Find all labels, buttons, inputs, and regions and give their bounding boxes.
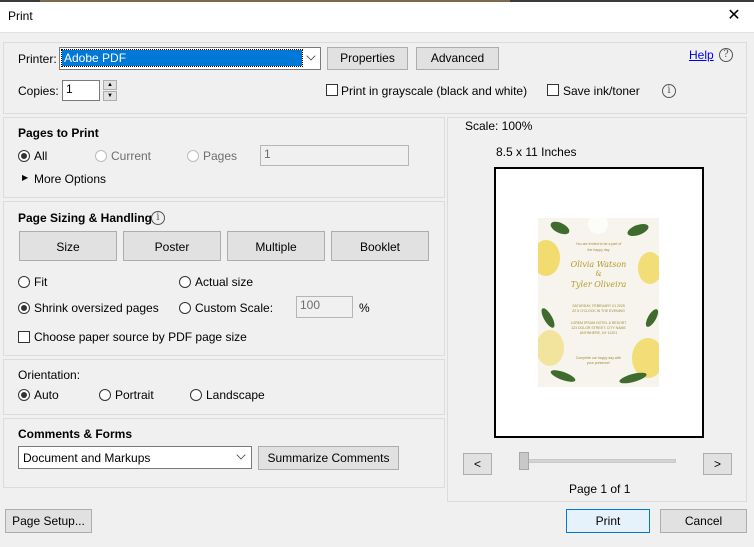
fit-radio[interactable]	[18, 276, 30, 288]
paper-size-label: 8.5 x 11 Inches	[496, 145, 577, 159]
shrink-radio[interactable]	[18, 302, 30, 314]
preview-slider-thumb[interactable]	[519, 452, 529, 470]
printer-select-value: Adobe PDF	[61, 49, 303, 67]
preview-slider-track[interactable]	[519, 459, 676, 463]
copies-input[interactable]: 1	[62, 80, 100, 101]
actual-size-radio[interactable]	[179, 276, 191, 288]
card-closing1: Complete our happy day with	[575, 356, 622, 360]
current-radio[interactable]	[95, 150, 107, 162]
percent-sign: %	[359, 301, 370, 315]
info-icon[interactable]: i	[662, 84, 676, 98]
scale-label: Scale: 100%	[465, 119, 533, 133]
page-setup-button[interactable]: Page Setup...	[5, 509, 92, 533]
grayscale-label: Print in grayscale (black and white)	[341, 84, 528, 98]
card-date: SATURDAY, FEBRUARY 01 2025	[572, 304, 625, 308]
pages-range-input[interactable]: 1	[260, 145, 409, 166]
landscape-radio[interactable]	[190, 389, 202, 401]
custom-scale-label: Custom Scale:	[195, 301, 274, 315]
portrait-label: Portrait	[115, 388, 154, 402]
current-label: Current	[111, 149, 152, 163]
copies-label: Copies:	[18, 84, 59, 98]
copies-up-button[interactable]: ▲	[103, 80, 117, 90]
booklet-button[interactable]: Booklet	[331, 231, 429, 261]
info-icon[interactable]: i	[151, 211, 165, 225]
card-ampersand: &	[595, 270, 602, 278]
shrink-label: Shrink oversized pages	[34, 301, 159, 315]
card-name1: Olivia Watson	[570, 260, 627, 269]
page-sizing-heading: Page Sizing & Handling	[18, 211, 153, 225]
printer-select[interactable]: Adobe PDF	[59, 47, 321, 70]
card-closing2: your presence!	[586, 361, 611, 365]
card-venue2: 123 DOLOR STREET, CITY NAME	[571, 326, 626, 330]
chevron-down-icon	[306, 51, 316, 61]
help-icon[interactable]: ?	[719, 48, 733, 62]
custom-scale-input[interactable]: 100	[296, 296, 353, 318]
grayscale-checkbox[interactable]	[326, 84, 338, 96]
window-top-accent	[40, 0, 510, 2]
title-bar: Print ✕	[0, 0, 754, 33]
next-page-button[interactable]: >	[703, 453, 732, 475]
more-options-toggle[interactable]: More Options	[34, 172, 106, 186]
print-button[interactable]: Print	[566, 509, 650, 533]
triangle-right-icon[interactable]: ▶	[22, 173, 28, 182]
card-venue3: ANYWHERE, NY 11201	[579, 331, 618, 335]
orientation-heading: Orientation:	[18, 368, 81, 382]
printer-label: Printer:	[18, 52, 57, 66]
poster-button[interactable]: Poster	[123, 231, 221, 261]
cancel-button[interactable]: Cancel	[660, 509, 747, 533]
paper-source-checkbox[interactable]	[18, 331, 30, 343]
fit-label: Fit	[34, 275, 48, 289]
comments-forms-select-value: Document and Markups	[23, 451, 151, 465]
summarize-comments-button[interactable]: Summarize Comments	[258, 446, 399, 470]
card-venue1: LOREM IPSUM HOTEL & RESORT	[570, 321, 627, 325]
window-title: Print	[8, 9, 33, 23]
page-indicator: Page 1 of 1	[569, 482, 631, 496]
custom-scale-radio[interactable]	[179, 302, 191, 314]
multiple-button[interactable]: Multiple	[227, 231, 325, 261]
copies-down-button[interactable]: ▼	[103, 91, 117, 101]
advanced-button[interactable]: Advanced	[416, 47, 499, 70]
actual-size-label: Actual size	[195, 275, 254, 289]
comments-forms-select[interactable]: Document and Markups	[18, 446, 252, 469]
previous-page-button[interactable]: <	[463, 453, 492, 475]
paper-source-label: Choose paper source by PDF page size	[34, 330, 247, 344]
landscape-label: Landscape	[206, 388, 265, 402]
close-icon[interactable]: ✕	[724, 5, 744, 25]
all-radio[interactable]	[18, 150, 30, 162]
pages-to-print-heading: Pages to Print	[18, 126, 99, 140]
save-ink-label: Save ink/toner	[563, 84, 640, 98]
size-button[interactable]: Size	[19, 231, 117, 261]
all-label: All	[34, 149, 48, 163]
invitation-preview-image: You are invited to be a part of the happ…	[538, 218, 659, 387]
comments-forms-heading: Comments & Forms	[18, 427, 133, 441]
portrait-radio[interactable]	[99, 389, 111, 401]
chevron-down-icon	[236, 450, 246, 460]
pages-label: Pages	[203, 149, 238, 163]
card-time: AT 6 O'CLOCK IN THE EVENING	[572, 309, 625, 313]
properties-button[interactable]: Properties	[327, 47, 408, 70]
pages-radio[interactable]	[187, 150, 199, 162]
save-ink-checkbox[interactable]	[547, 84, 559, 96]
help-link[interactable]: Help	[689, 48, 714, 62]
card-name2: Tyler Oliveira	[570, 280, 627, 289]
auto-label: Auto	[34, 388, 59, 402]
card-invite-line1: You are invited to be a part of	[575, 242, 622, 246]
card-invite-line2: the happy day	[587, 248, 610, 252]
auto-radio[interactable]	[18, 389, 30, 401]
